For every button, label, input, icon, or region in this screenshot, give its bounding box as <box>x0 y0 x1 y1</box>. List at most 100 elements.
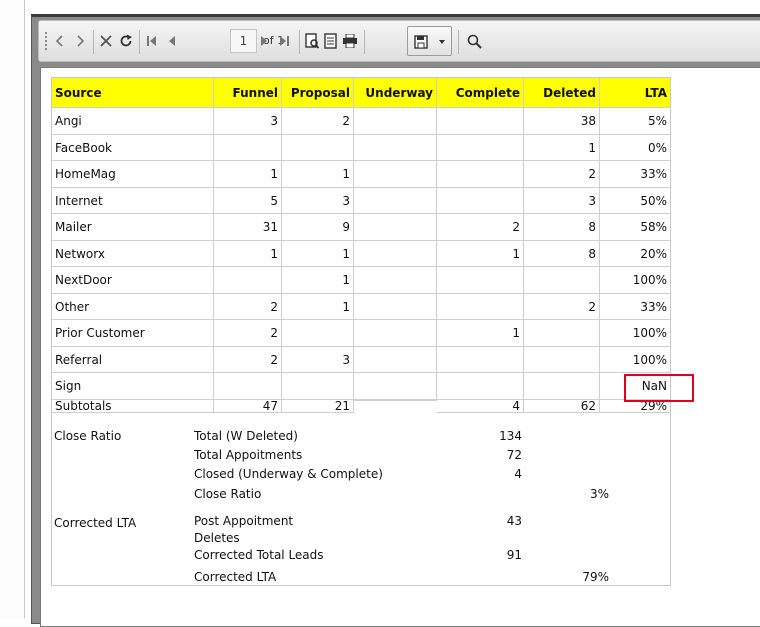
summary-heading-close-ratio: Close Ratio <box>54 429 122 443</box>
toolbar-separator <box>364 30 365 54</box>
cell-deleted <box>524 347 600 373</box>
summary-line-value: 4 <box>514 467 522 481</box>
cell-deleted <box>524 267 600 294</box>
summary-line-label: Corrected Total Leads <box>194 548 324 562</box>
subtotal-funnel: 47 <box>214 400 282 413</box>
cell-deleted <box>524 320 600 347</box>
row-source-label: Angi <box>52 108 214 135</box>
column-header-proposal: Proposal <box>282 78 354 108</box>
summary-line-label: Post Appoitment <box>194 514 294 528</box>
forward-arrow-icon[interactable] <box>72 21 88 61</box>
cell-complete <box>437 108 524 135</box>
row-source-label: Networx <box>52 241 214 267</box>
cell-complete: 1 <box>437 320 524 347</box>
cell-deleted: 1 <box>524 135 600 161</box>
row-source-label: FaceBook <box>52 135 214 161</box>
cell-lta: 5% <box>600 108 670 135</box>
summary-heading-corrected-lta: Corrected LTA <box>54 516 137 530</box>
cell-underway <box>354 214 437 241</box>
cell-complete: 2 <box>437 214 524 241</box>
cell-proposal <box>282 373 354 400</box>
cell-funnel: 2 <box>214 294 282 320</box>
toolbar-separator <box>299 30 300 54</box>
cell-funnel: 3 <box>214 108 282 135</box>
cell-funnel: 5 <box>214 188 282 214</box>
cell-proposal: 1 <box>282 241 354 267</box>
cell-proposal: 1 <box>282 267 354 294</box>
cell-complete <box>437 294 524 320</box>
row-source-label: Internet <box>52 188 214 214</box>
subtotal-underway <box>354 400 437 401</box>
row-source-label: HomeMag <box>52 161 214 188</box>
summary-line-label: Total Appoitments <box>194 448 303 462</box>
cell-proposal <box>282 320 354 347</box>
summary-line-value: 72 <box>506 448 522 462</box>
cell-underway <box>354 373 437 400</box>
search-icon[interactable] <box>465 21 483 61</box>
summary-line-label: Close Ratio <box>194 487 262 501</box>
document-map-icon[interactable] <box>322 21 339 61</box>
cell-lta: 20% <box>600 241 670 267</box>
column-header-funnel: Funnel <box>214 78 282 108</box>
cell-funnel <box>214 373 282 400</box>
cell-funnel: 1 <box>214 241 282 267</box>
nan-highlight-box <box>624 374 694 402</box>
cell-lta: 100% <box>600 267 670 294</box>
cell-funnel <box>214 267 282 294</box>
cell-underway <box>354 161 437 188</box>
cell-deleted: 38 <box>524 108 600 135</box>
cell-lta: 33% <box>600 294 670 320</box>
lead-source-report: Source Funnel Proposal Underway Complete Dele… <box>51 77 671 586</box>
export-save-button[interactable] <box>407 26 452 56</box>
cell-deleted: 8 <box>524 214 600 241</box>
cell-lta: 33% <box>600 161 670 188</box>
summary-line-label: Corrected LTA <box>194 570 277 584</box>
summary-line-label: Deletes <box>194 531 240 545</box>
refresh-icon[interactable] <box>118 21 134 61</box>
page-setup-icon[interactable] <box>303 21 320 61</box>
row-source-label: Other <box>52 294 214 320</box>
column-header-source: Source <box>52 78 214 108</box>
previous-page-icon[interactable] <box>165 21 179 61</box>
back-arrow-icon[interactable] <box>52 21 68 61</box>
column-header-lta: LTA <box>600 78 670 108</box>
toolbar-separator <box>139 30 140 54</box>
summary-line-value: 43 <box>506 514 522 528</box>
cell-lta: 100% <box>600 320 670 347</box>
subtotal-proposal: 21 <box>282 400 354 413</box>
row-source-label: Referral <box>52 347 214 373</box>
cell-lta: 58% <box>600 214 670 241</box>
summary-line-percent: 3% <box>589 487 609 501</box>
cell-underway <box>354 188 437 214</box>
grip-icon <box>43 21 49 61</box>
cell-proposal <box>282 135 354 161</box>
print-icon[interactable] <box>341 21 359 61</box>
cell-underway <box>354 241 437 267</box>
subtotal-complete: 4 <box>437 400 524 413</box>
cell-underway <box>354 320 437 347</box>
toolbar-separator <box>93 30 94 54</box>
cell-proposal: 2 <box>282 108 354 135</box>
cell-complete <box>437 267 524 294</box>
save-icon <box>413 22 429 62</box>
first-page-icon[interactable] <box>145 21 159 61</box>
cell-underway <box>354 267 437 294</box>
cell-lta: 50% <box>600 188 670 214</box>
dropdown-arrow-icon[interactable] <box>436 22 448 62</box>
cell-proposal: 1 <box>282 294 354 320</box>
summary-line-value: 134 <box>499 429 522 443</box>
row-source-label: Mailer <box>52 214 214 241</box>
cell-funnel: 1 <box>214 161 282 188</box>
toolbar-separator <box>458 30 459 54</box>
cell-deleted: 2 <box>524 294 600 320</box>
last-page-icon[interactable] <box>277 21 291 61</box>
next-page-icon[interactable] <box>257 21 271 61</box>
row-source-label: Prior Customer <box>52 320 214 347</box>
summary-line-label: Closed (Underway & Complete) <box>194 467 383 481</box>
stop-icon[interactable] <box>98 21 114 61</box>
column-header-underway: Underway <box>354 78 437 108</box>
page-number-input[interactable] <box>230 29 257 53</box>
subtotals-label: Subtotals <box>52 400 214 413</box>
cell-complete <box>437 188 524 214</box>
cell-deleted: 3 <box>524 188 600 214</box>
